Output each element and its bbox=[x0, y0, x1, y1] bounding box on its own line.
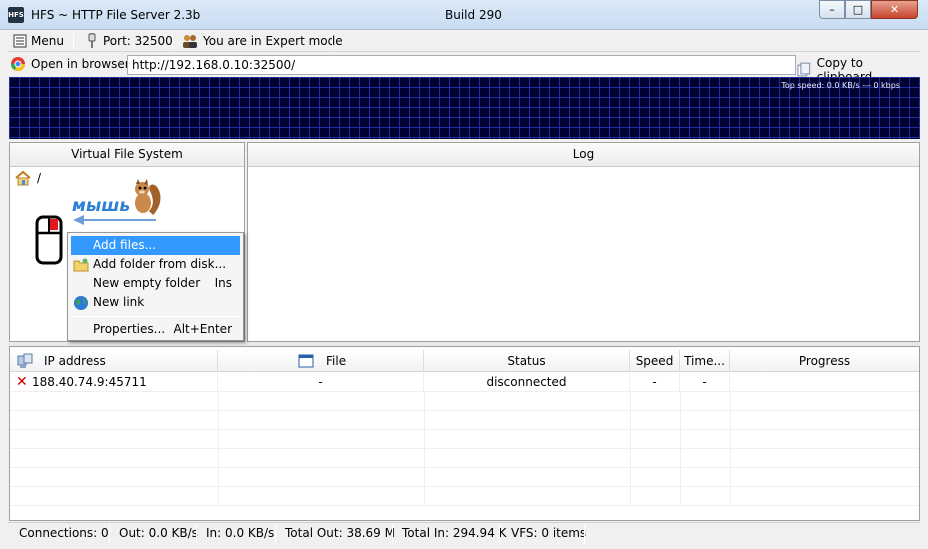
empty-row bbox=[10, 430, 919, 449]
menu-item-new-link[interactable]: New link bbox=[71, 293, 240, 312]
toolbar: Menu Port: 32500 You are in Expert mode bbox=[8, 30, 920, 52]
menu-item-shortcut: Ins bbox=[214, 276, 232, 290]
menu-button[interactable]: Menu bbox=[10, 31, 67, 51]
menu-label: Menu bbox=[31, 34, 64, 48]
mouse-annotation-text: мышь bbox=[72, 196, 131, 216]
connections-table: IP address File Status Speed Time... Pro… bbox=[9, 346, 920, 521]
empty-row bbox=[10, 411, 919, 430]
squirrel-mascot-icon bbox=[135, 179, 161, 215]
menu-item-label: Properties... bbox=[93, 322, 166, 336]
users-icon bbox=[183, 35, 197, 48]
column-label: Speed bbox=[635, 354, 674, 368]
menu-item-properties[interactable]: Properties... Alt+Enter bbox=[71, 320, 240, 339]
browser-icon bbox=[11, 57, 25, 71]
file-cell: - bbox=[218, 373, 424, 392]
status-divider bbox=[392, 525, 393, 543]
progress-cell bbox=[730, 373, 919, 392]
menu-item-label: New link bbox=[93, 295, 145, 309]
connections-table-header: IP address File Status Speed Time... Pro… bbox=[10, 350, 919, 372]
mouse-drawing-icon bbox=[35, 215, 63, 265]
status-divider bbox=[499, 525, 500, 543]
status-vfs: VFS: 0 items bbox=[511, 526, 587, 540]
close-button[interactable]: ✕ bbox=[871, 0, 918, 19]
context-menu: Add files... Add folder from disk... New… bbox=[67, 232, 244, 341]
status-divider bbox=[109, 525, 110, 543]
network-icon bbox=[17, 353, 33, 368]
log-area[interactable] bbox=[248, 168, 919, 341]
hfs-app-icon: HFS bbox=[8, 7, 24, 23]
url-bar: Open in browser http://192.168.0.10:3250… bbox=[8, 54, 920, 84]
ip-value: 188.40.74.9:45711 bbox=[32, 375, 147, 389]
toolbar-divider bbox=[73, 33, 74, 49]
minimize-button[interactable]: – bbox=[819, 0, 845, 19]
open-in-browser-label: Open in browser bbox=[31, 57, 130, 71]
log-panel: Log bbox=[247, 142, 920, 342]
vfs-root-item[interactable]: / bbox=[15, 170, 41, 186]
menu-separator bbox=[71, 316, 240, 317]
table-row[interactable]: ✕ 188.40.74.9:45711 - disconnected - - bbox=[10, 373, 919, 392]
status-total-out: Total Out: 38.69 M bbox=[285, 526, 395, 540]
menu-item-add-files[interactable]: Add files... bbox=[71, 236, 240, 255]
open-in-browser-button[interactable]: Open in browser bbox=[10, 56, 130, 72]
empty-row bbox=[10, 392, 919, 411]
column-ip-address[interactable]: IP address bbox=[10, 350, 218, 372]
column-label: Status bbox=[507, 354, 546, 368]
column-label: File bbox=[326, 354, 347, 368]
status-bar: Connections: 0 Out: 0.0 KB/s In: 0.0 KB/… bbox=[8, 522, 920, 544]
window-title: HFS ~ HTTP File Server 2.3b bbox=[31, 8, 201, 22]
status-divider bbox=[196, 525, 197, 543]
status-connections: Connections: 0 bbox=[19, 526, 109, 540]
column-label: Time... bbox=[684, 354, 725, 368]
home-icon bbox=[15, 170, 31, 186]
time-cell: - bbox=[680, 373, 730, 392]
column-time[interactable]: Time... bbox=[680, 350, 730, 372]
status-total-in: Total In: 294.94 K bbox=[402, 526, 507, 540]
menu-item-label: Add files... bbox=[93, 238, 157, 252]
menu-item-shortcut: Alt+Enter bbox=[173, 322, 232, 336]
bandwidth-graph: Top speed: 0.0 KB/s --- 0 kbps bbox=[9, 77, 920, 139]
globe-icon bbox=[74, 296, 88, 310]
column-label: Progress bbox=[798, 354, 851, 368]
menu-item-label: Add folder from disk... bbox=[93, 257, 227, 271]
status-divider bbox=[275, 525, 276, 543]
title-bar: HFS HFS ~ HTTP File Server 2.3b Build 29… bbox=[0, 0, 928, 30]
disconnected-x-icon: ✕ bbox=[16, 374, 28, 390]
empty-row bbox=[10, 468, 919, 487]
speed-cell: - bbox=[630, 373, 680, 392]
empty-row bbox=[10, 449, 919, 468]
top-speed-label: Top speed: 0.0 KB/s --- 0 kbps bbox=[781, 81, 900, 90]
expert-mode-label: You are in Expert mode bbox=[203, 34, 343, 48]
column-label: IP address bbox=[44, 354, 106, 368]
plug-icon bbox=[88, 33, 96, 48]
maximize-button[interactable]: □ bbox=[845, 0, 871, 19]
vfs-root-label: / bbox=[37, 171, 42, 185]
empty-row bbox=[10, 487, 919, 506]
clipboard-icon bbox=[797, 62, 811, 77]
menu-item-add-folder[interactable]: Add folder from disk... bbox=[71, 255, 240, 274]
build-label: Build 290 bbox=[445, 8, 502, 22]
port-label: Port: 32500 bbox=[103, 34, 173, 48]
menu-item-new-empty-folder[interactable]: New empty folder Ins bbox=[71, 274, 240, 293]
log-header: Log bbox=[248, 143, 919, 167]
toolbar-divider bbox=[332, 33, 333, 49]
column-file[interactable]: File bbox=[218, 350, 424, 372]
url-field[interactable]: http://192.168.0.10:32500/ bbox=[127, 55, 796, 75]
column-speed[interactable]: Speed bbox=[630, 350, 680, 372]
ip-cell: ✕ 188.40.74.9:45711 bbox=[10, 373, 218, 392]
expert-mode-button[interactable]: You are in Expert mode bbox=[178, 31, 346, 51]
toolbar-divider bbox=[172, 33, 173, 49]
menu-item-label: New empty folder bbox=[93, 276, 201, 290]
menu-icon bbox=[13, 34, 27, 48]
vfs-header: Virtual File System bbox=[10, 143, 244, 167]
status-cell: disconnected bbox=[424, 373, 630, 392]
port-button[interactable]: Port: 32500 bbox=[82, 31, 176, 51]
window-icon bbox=[298, 354, 314, 368]
status-divider bbox=[584, 525, 585, 543]
status-in: In: 0.0 KB/s bbox=[206, 526, 275, 540]
pointer-arrow bbox=[73, 215, 156, 225]
status-out: Out: 0.0 KB/s bbox=[119, 526, 198, 540]
column-status[interactable]: Status bbox=[424, 350, 630, 372]
folder-icon bbox=[73, 258, 89, 272]
column-progress[interactable]: Progress bbox=[730, 350, 919, 372]
